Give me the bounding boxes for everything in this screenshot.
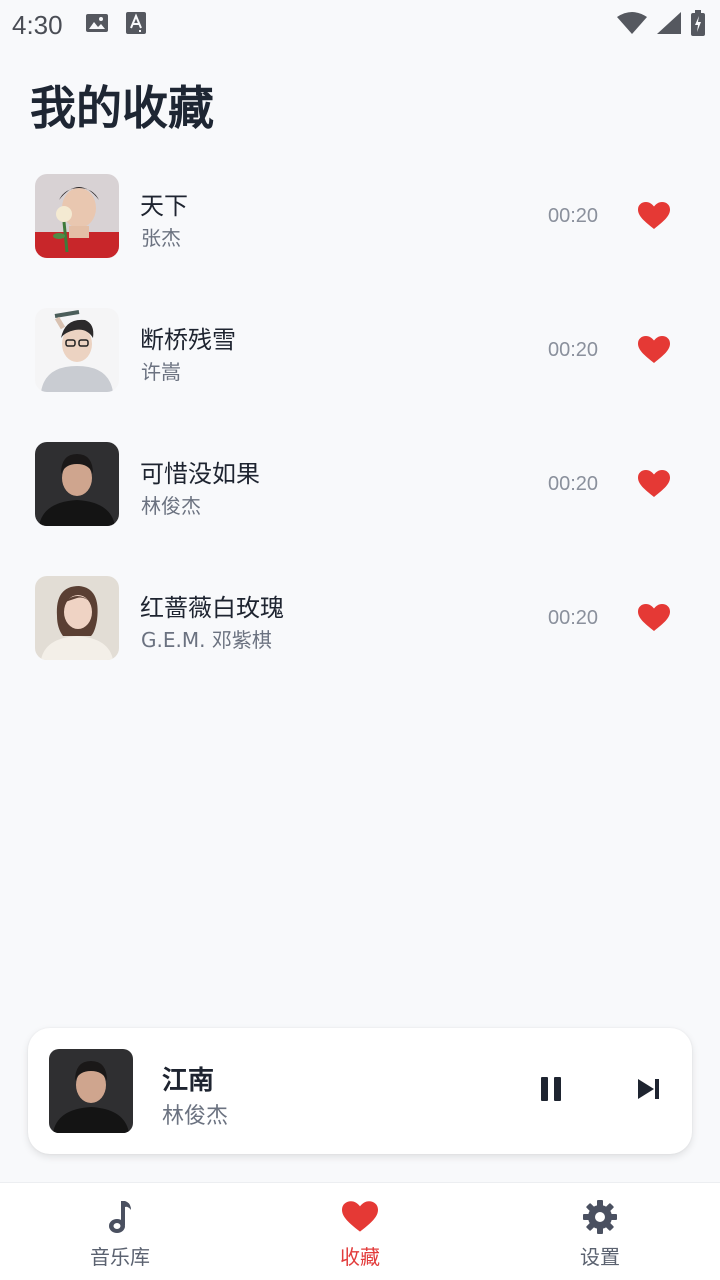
song-duration: 00:20 [548, 607, 599, 629]
music-note-icon [107, 1199, 133, 1235]
now-playing-title: 江南 [162, 1066, 215, 1096]
song-row[interactable]: 断桥残雪 许嵩 00:20 [0, 306, 720, 440]
song-duration: 00:20 [548, 339, 599, 361]
nav-label: 设置 [580, 1245, 620, 1269]
now-playing-artist: 林俊杰 [162, 1104, 229, 1129]
song-artist: 张杰 [141, 226, 181, 250]
album-cover [35, 174, 119, 258]
song-artist: 许嵩 [141, 360, 181, 384]
gear-icon [582, 1199, 618, 1235]
song-row[interactable]: 天下 张杰 00:20 [0, 172, 720, 306]
now-playing-cover [49, 1049, 133, 1133]
song-artist: 林俊杰 [141, 494, 201, 518]
favorites-list: 天下 张杰 00:20 断桥残雪 许嵩 00:20 可惜没如果 林俊杰 00:2… [0, 172, 720, 708]
song-duration: 00:20 [548, 205, 599, 227]
bottom-nav: 音乐库 收藏 设置 [0, 1182, 720, 1280]
song-title: 断桥残雪 [140, 326, 236, 354]
favorite-heart-icon[interactable] [636, 468, 672, 500]
song-title: 天下 [140, 192, 188, 220]
song-title: 可惜没如果 [140, 460, 260, 488]
skip-next-icon[interactable] [634, 1074, 664, 1104]
song-title: 红蔷薇白玫瑰 [140, 594, 284, 622]
album-cover [35, 576, 119, 660]
status-time: 4:30 [12, 9, 63, 40]
song-row[interactable]: 红蔷薇白玫瑰 G.E.M. 邓紫棋 00:20 [0, 574, 720, 708]
nav-item-settings[interactable]: 设置 [520, 1183, 680, 1280]
heart-icon [342, 1199, 378, 1235]
song-artist: G.E.M. 邓紫棋 [141, 628, 272, 652]
favorite-heart-icon[interactable] [636, 200, 672, 232]
mini-player[interactable]: 江南 林俊杰 [28, 1028, 692, 1154]
text-a-icon [125, 11, 147, 39]
status-bar: 4:30 [0, 0, 720, 50]
image-icon [85, 12, 109, 38]
song-row[interactable]: 可惜没如果 林俊杰 00:20 [0, 440, 720, 574]
favorite-heart-icon[interactable] [636, 334, 672, 366]
nav-item-library[interactable]: 音乐库 [40, 1183, 200, 1280]
song-duration: 00:20 [548, 473, 599, 495]
album-cover [35, 308, 119, 392]
nav-label: 音乐库 [90, 1245, 150, 1269]
page-title: 我的收藏 [30, 81, 214, 135]
wifi-icon [616, 11, 648, 39]
pause-icon[interactable] [536, 1074, 566, 1104]
signal-icon [656, 11, 682, 39]
battery-charging-icon [690, 10, 706, 40]
favorite-heart-icon[interactable] [636, 602, 672, 634]
nav-label: 收藏 [340, 1245, 380, 1269]
album-cover [35, 442, 119, 526]
nav-item-favorites[interactable]: 收藏 [280, 1183, 440, 1280]
